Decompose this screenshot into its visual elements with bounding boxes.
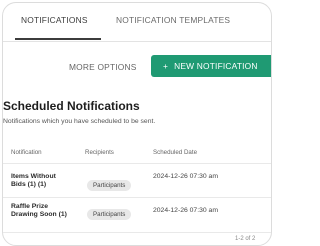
column-header-notification[interactable]: Notification xyxy=(11,149,42,156)
tab-bar: NOTIFICATIONS NOTIFICATION TEMPLATES xyxy=(3,3,271,42)
page-title: Scheduled Notifications xyxy=(3,99,140,113)
column-header-recipients[interactable]: Recipients xyxy=(85,149,114,156)
scheduled-date: 2024-12-26 07:30 am xyxy=(153,173,218,180)
tab-notifications[interactable]: NOTIFICATIONS xyxy=(21,15,88,25)
tab-notification-templates[interactable]: NOTIFICATION TEMPLATES xyxy=(116,15,230,25)
scheduled-date: 2024-12-26 07:30 am xyxy=(153,207,218,214)
notifications-card: NOTIFICATIONS NOTIFICATION TEMPLATES MOR… xyxy=(2,2,272,246)
row-divider xyxy=(3,232,271,233)
recipients-badge: Participants xyxy=(87,180,132,191)
active-tab-indicator xyxy=(15,38,101,40)
more-options-button[interactable]: MORE OPTIONS xyxy=(69,62,137,72)
notification-name: Items Without Bids (1) (1) xyxy=(11,173,56,188)
pagination-info: 1-2 of 2 xyxy=(235,236,256,242)
new-notification-button[interactable]: + NEW NOTIFICATION xyxy=(151,55,271,77)
row-divider xyxy=(3,197,271,198)
new-notification-label: NEW NOTIFICATION xyxy=(174,61,258,71)
header-divider xyxy=(3,163,271,164)
column-header-scheduled-date[interactable]: Scheduled Date xyxy=(153,149,197,156)
plus-icon: + xyxy=(163,61,169,71)
recipients-badge: Participants xyxy=(87,209,132,220)
notification-name: Raffle Prize Drawing Soon (1) xyxy=(11,203,67,218)
page-subtitle: Notifications which you have scheduled t… xyxy=(3,118,156,125)
